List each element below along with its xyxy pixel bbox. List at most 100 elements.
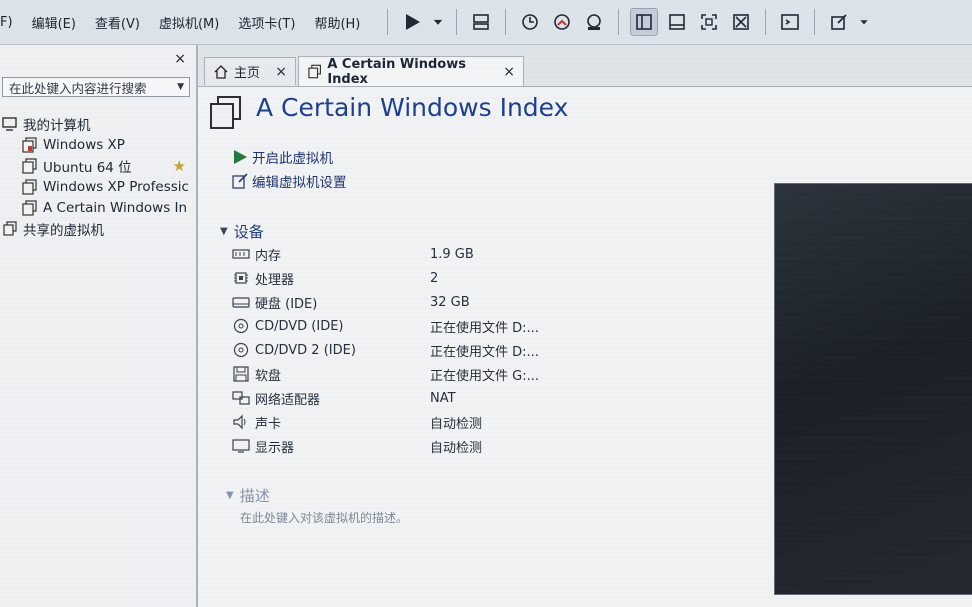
library-search-placeholder: 在此处键入内容进行搜索 bbox=[9, 80, 147, 96]
device-row-floppy[interactable]: 软盘 正在使用文件 G:... bbox=[232, 363, 552, 385]
library-close-button[interactable]: × bbox=[174, 51, 186, 67]
menu-tabs[interactable]: 选项卡(T) bbox=[238, 13, 295, 32]
tree-item-vm[interactable]: A Certain Windows In bbox=[0, 197, 196, 218]
devices-section-header[interactable]: ▼ 设备 bbox=[220, 221, 264, 242]
menu-view[interactable]: 查看(V) bbox=[95, 13, 140, 32]
tree-item-label: Windows XP bbox=[43, 136, 125, 153]
toolbar-separator bbox=[456, 9, 458, 35]
device-value: 2 bbox=[430, 270, 439, 286]
edit-settings-link[interactable]: 编辑虚拟机设置 bbox=[232, 171, 347, 191]
tab-bar: 主页 × A Certain Windows Index × bbox=[198, 45, 972, 87]
device-row-processor[interactable]: 处理器 2 bbox=[232, 267, 552, 289]
library-tree: 我的计算机 Windows XP Ubuntu 64 位 ★ Windows X… bbox=[0, 113, 196, 239]
device-row-hard-disk[interactable]: 硬盘 (IDE) 32 GB bbox=[232, 291, 552, 313]
chevron-down-icon[interactable]: ▼ bbox=[177, 82, 184, 92]
menubar: F) 编辑(E) 查看(V) 虚拟机(M) 选项卡(T) 帮助(H) bbox=[0, 0, 972, 45]
home-icon bbox=[214, 64, 228, 79]
menu-vm[interactable]: 虚拟机(M) bbox=[159, 13, 219, 32]
page-title: A Certain Windows Index bbox=[256, 93, 569, 122]
tab-vm[interactable]: A Certain Windows Index × bbox=[298, 56, 524, 87]
device-value: 32 GB bbox=[430, 294, 470, 310]
tree-item-vm[interactable]: Windows XP Professic bbox=[0, 176, 196, 197]
device-name: 显示器 bbox=[255, 440, 295, 456]
cd-dvd-2-icon bbox=[233, 342, 249, 358]
device-value: 1.9 GB bbox=[430, 246, 474, 262]
send-keys-icon[interactable] bbox=[468, 9, 494, 35]
description-header-label: 描述 bbox=[239, 487, 270, 505]
device-row-display[interactable]: 显示器 自动检测 bbox=[232, 435, 552, 457]
menu-help[interactable]: 帮助(H) bbox=[314, 13, 360, 32]
console-icon[interactable] bbox=[777, 9, 803, 35]
tree-item-shared-vms[interactable]: 共享的虚拟机 bbox=[0, 218, 196, 239]
vm-large-icon bbox=[210, 96, 241, 129]
device-value: 正在使用文件 G:... bbox=[430, 368, 539, 384]
device-value: NAT bbox=[430, 390, 456, 406]
cd-dvd-icon bbox=[233, 318, 249, 334]
power-on-link[interactable]: 开启此虚拟机 bbox=[232, 147, 333, 167]
device-name: 网络适配器 bbox=[255, 392, 321, 408]
device-name: 软盘 bbox=[255, 368, 282, 384]
favorite-star-icon: ★ bbox=[172, 156, 186, 175]
vm-screen-preview[interactable] bbox=[774, 183, 972, 595]
tab-label: A Certain Windows Index bbox=[327, 56, 466, 87]
library-panel: × 在此处键入内容进行搜索 ▼ 我的计算机 Windows XP Ubuntu … bbox=[0, 45, 198, 607]
tree-item-label: Windows XP Professic bbox=[43, 178, 189, 195]
floppy-icon bbox=[233, 366, 249, 382]
devices-header-label: 设备 bbox=[233, 223, 264, 241]
tab-label: 主页 bbox=[234, 66, 261, 81]
settings-icon[interactable] bbox=[826, 9, 852, 35]
tree-item-label: A Certain Windows In bbox=[43, 199, 188, 216]
menu-edit[interactable]: 编辑(E) bbox=[32, 13, 76, 32]
device-row-memory[interactable]: 内存 1.9 GB bbox=[232, 243, 552, 265]
collapse-triangle-icon: ▼ bbox=[220, 226, 228, 237]
device-name: 内存 bbox=[255, 248, 282, 264]
device-value: 正在使用文件 D:... bbox=[430, 320, 539, 336]
vm-icon bbox=[308, 64, 321, 78]
close-icon[interactable]: × bbox=[503, 64, 515, 80]
toolbar-separator bbox=[814, 9, 816, 35]
library-view-icon[interactable] bbox=[630, 8, 659, 36]
network-adapter-icon bbox=[232, 391, 250, 405]
library-search-input[interactable]: 在此处键入内容进行搜索 ▼ bbox=[2, 77, 190, 97]
hard-disk-icon bbox=[232, 297, 250, 308]
toolbar-separator bbox=[765, 9, 767, 35]
tree-item-vm[interactable]: Windows XP bbox=[0, 134, 196, 155]
power-on-label: 开启此虚拟机 bbox=[252, 151, 333, 167]
collapse-triangle-icon: ▼ bbox=[226, 490, 234, 501]
play-icon[interactable] bbox=[399, 9, 425, 35]
tree-item-vm[interactable]: Ubuntu 64 位 ★ bbox=[0, 155, 196, 176]
device-name: CD/DVD (IDE) bbox=[255, 318, 344, 334]
snapshot-icon[interactable] bbox=[517, 9, 543, 35]
tree-item-label: 我的计算机 bbox=[23, 117, 91, 134]
device-row-network-adapter[interactable]: 网络适配器 NAT bbox=[232, 387, 552, 409]
memory-icon bbox=[232, 249, 250, 259]
device-row-sound-card[interactable]: 声卡 自动检测 bbox=[232, 411, 552, 433]
vm-icon bbox=[22, 157, 37, 174]
unity-icon[interactable] bbox=[728, 9, 754, 35]
tree-item-my-computer[interactable]: 我的计算机 bbox=[0, 113, 196, 134]
tree-item-label: Ubuntu 64 位 bbox=[43, 159, 132, 176]
description-section-header[interactable]: ▼ 描述 bbox=[226, 485, 270, 506]
device-name: 硬盘 (IDE) bbox=[255, 296, 318, 312]
snapshot-manager-icon[interactable] bbox=[581, 9, 607, 35]
tab-home[interactable]: 主页 × bbox=[204, 57, 296, 85]
toolbar-separator bbox=[505, 9, 507, 35]
vm-icon bbox=[22, 136, 37, 153]
device-value: 自动检测 bbox=[430, 440, 483, 456]
device-name: CD/DVD 2 (IDE) bbox=[255, 342, 356, 358]
fullscreen-icon[interactable] bbox=[696, 9, 722, 35]
menu-file[interactable]: F) bbox=[0, 15, 13, 30]
edit-settings-label: 编辑虚拟机设置 bbox=[252, 175, 347, 191]
device-row-cd-dvd-2[interactable]: CD/DVD 2 (IDE) 正在使用文件 D:... bbox=[232, 339, 552, 361]
dropdown-icon[interactable] bbox=[431, 9, 445, 35]
settings-dropdown-icon[interactable] bbox=[858, 9, 870, 35]
play-icon bbox=[234, 150, 247, 164]
shared-vm-icon bbox=[3, 220, 17, 236]
device-row-cd-dvd[interactable]: CD/DVD (IDE) 正在使用文件 D:... bbox=[232, 315, 552, 337]
thumbnail-view-icon[interactable] bbox=[664, 9, 690, 35]
close-icon[interactable]: × bbox=[275, 64, 287, 80]
cpu-icon bbox=[234, 272, 248, 284]
device-name: 声卡 bbox=[255, 416, 282, 432]
revert-snapshot-icon[interactable] bbox=[549, 9, 575, 35]
description-input[interactable]: 在此处键入对该虚拟机的描述。 bbox=[240, 509, 408, 526]
